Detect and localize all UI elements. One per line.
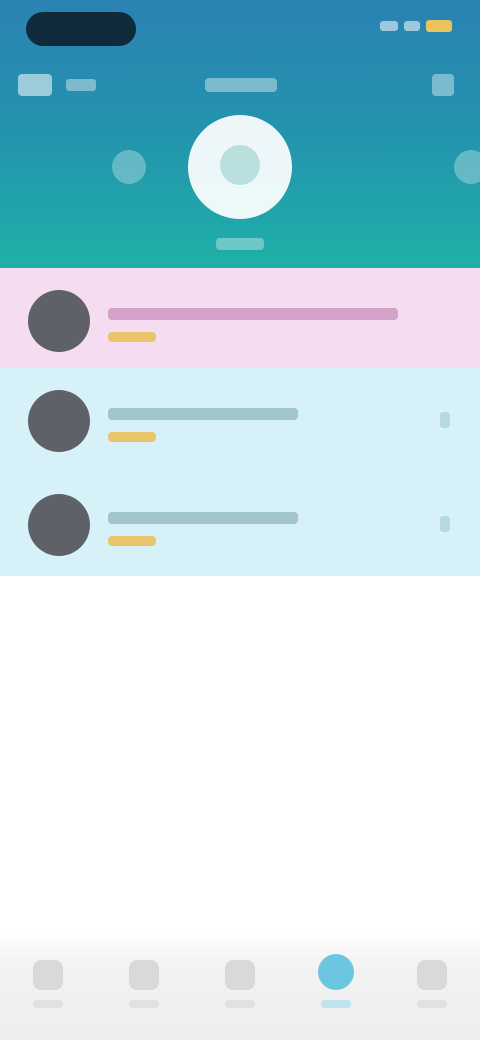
list-item-badge <box>108 536 156 546</box>
chevron-right-icon <box>440 516 450 532</box>
bottom-tab-bar <box>0 930 480 1040</box>
list-item-title <box>108 308 398 320</box>
profile-icon <box>318 954 354 990</box>
battery-icon <box>426 20 452 32</box>
back-icon[interactable] <box>18 74 52 96</box>
wifi-icon <box>404 21 420 31</box>
list-item[interactable] <box>0 368 480 472</box>
user-avatar-icon <box>28 290 90 352</box>
settings-icon[interactable] <box>432 74 454 96</box>
tab-label <box>225 1000 255 1008</box>
tab-chat[interactable] <box>192 930 288 1040</box>
profile-avatar[interactable] <box>188 115 292 219</box>
list-item-badge <box>108 432 156 442</box>
profile-name <box>216 238 264 250</box>
tab-label <box>129 1000 159 1008</box>
status-indicators <box>380 20 452 32</box>
tab-home[interactable] <box>0 930 96 1040</box>
contact-list <box>0 268 480 576</box>
star-icon[interactable] <box>112 150 146 184</box>
tab-more[interactable] <box>384 930 480 1040</box>
header-left-actions <box>18 74 96 96</box>
tab-label <box>417 1000 447 1008</box>
page-title <box>205 78 277 92</box>
home-icon <box>33 960 63 990</box>
status-bar-pill <box>26 12 136 46</box>
tab-label <box>321 1000 351 1008</box>
list-item-badge <box>108 332 156 342</box>
list-item-title <box>108 512 298 524</box>
profile-avatar-icon <box>220 145 260 185</box>
header-left-label[interactable] <box>66 79 96 91</box>
tab-label <box>33 1000 63 1008</box>
user-avatar-icon <box>28 494 90 556</box>
tab-discover[interactable] <box>96 930 192 1040</box>
more-icon <box>417 960 447 990</box>
share-icon[interactable] <box>454 150 480 184</box>
discover-icon <box>129 960 159 990</box>
chevron-right-icon <box>440 412 450 428</box>
list-item[interactable] <box>0 268 480 368</box>
tab-profile[interactable] <box>288 930 384 1040</box>
profile-header <box>0 0 480 268</box>
list-item-title <box>108 408 298 420</box>
list-item[interactable] <box>0 472 480 576</box>
app-screen <box>0 0 480 1040</box>
signal-icon <box>380 21 398 31</box>
user-avatar-icon <box>28 390 90 452</box>
chat-icon <box>225 960 255 990</box>
